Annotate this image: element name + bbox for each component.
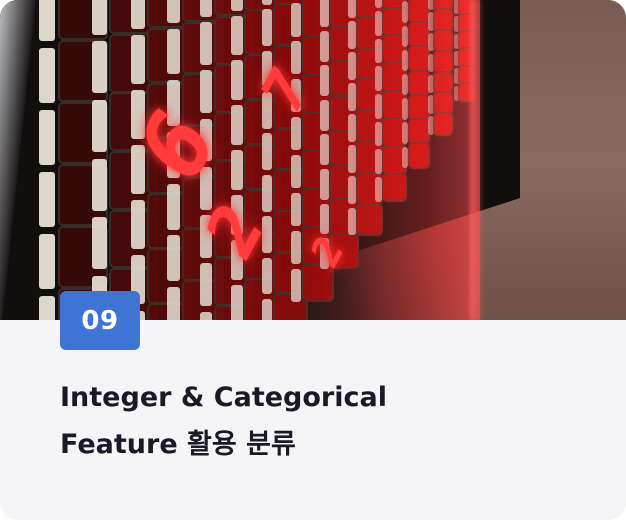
segment-label-tag [261,0,273,5]
segment-label-tag [39,295,56,320]
feature-card[interactable]: 6 7 2 2 09 Integer & Categorical Feature… [0,0,626,520]
segment-label-tag [91,41,108,94]
card-title[interactable]: Integer & Categorical Feature 활용 분류 [60,374,580,468]
segment-label-tag [231,15,243,56]
segment-label-tag [231,60,243,101]
segment-label-tag [91,217,108,270]
segment-label-tag [199,311,213,320]
segment-label-tag [199,22,213,65]
segment-label-tag [261,298,273,320]
segment-label-tag [39,47,56,103]
segment-label-tag [39,0,56,41]
segment-label-tag [39,171,56,227]
segment-label-tag [39,233,56,289]
segment-label-tag [199,0,213,17]
segment-label-tag [261,174,273,212]
segment-label-tag [166,0,180,23]
segment-label-tag [166,28,180,75]
segment-label-tag [131,34,146,84]
segment-label-tag [39,109,56,165]
segment-label-tag [91,0,108,35]
segment-label-tag [231,150,243,190]
segment-label-tag [231,284,243,320]
segment-label-tag [199,70,213,114]
segment-label-tag [261,133,273,171]
segment-label-tag [166,183,180,230]
card-title-line-1: Integer & Categorical [60,382,387,413]
segment-label-tag [131,0,146,29]
segment-label-tag [91,99,108,152]
number-badge: 09 [60,291,140,350]
hero-image: 6 7 2 2 [0,0,626,320]
segment-label-tag [261,9,273,46]
segment-label-tag [166,286,180,320]
segment-label-tag [91,158,108,211]
glow-edge [470,0,484,320]
segment-label-tag [231,105,243,146]
segment-label-tag [166,235,180,282]
red-glow [300,0,480,320]
segment-label-tag [231,0,243,11]
segment-label-tag [199,263,213,307]
segment-label-tag [131,200,146,250]
card-title-line-2: Feature 활용 분류 [60,429,296,460]
